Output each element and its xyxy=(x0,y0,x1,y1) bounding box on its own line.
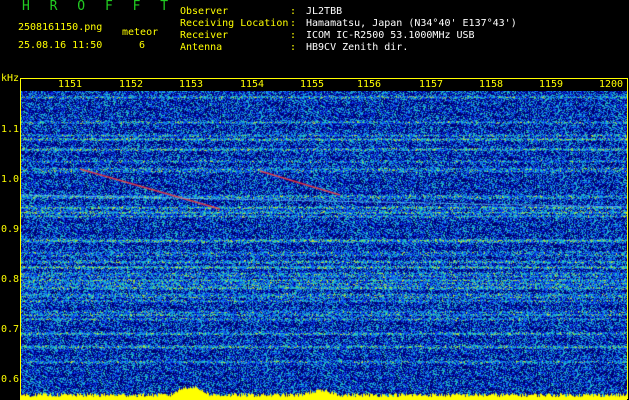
time-tick-1158: 1158 xyxy=(479,79,504,90)
antenna-value: HB9CV Zenith dir. xyxy=(306,42,409,53)
time-tick-1152: 1152 xyxy=(119,79,144,90)
receiver-sep: : xyxy=(290,30,297,41)
freq-tick-0-6: 0.6 xyxy=(1,374,20,385)
observer-value: JL2TBB xyxy=(306,6,343,17)
freq-tick-0-9: 0.9 xyxy=(1,224,20,235)
app-title: H R O F F T xyxy=(22,0,175,14)
time-tick-1155: 1155 xyxy=(300,79,325,90)
antenna-label: Antenna xyxy=(180,42,223,53)
time-tick-1159: 1159 xyxy=(539,79,564,90)
time-tick-1156: 1156 xyxy=(357,79,382,90)
header-panel: H R O F F T 2508161150.png 25.08.16 11:5… xyxy=(0,0,629,78)
location-value: Hamamatsu, Japan (N34°40' E137°43') xyxy=(306,18,517,29)
freq-tick-1-0: 1.0 xyxy=(1,174,20,185)
freq-unit: kHz xyxy=(1,73,20,84)
observer-label: Observer xyxy=(180,6,229,17)
filename: 2508161150.png xyxy=(18,22,103,33)
freq-tick-0-8: 0.8 xyxy=(1,274,20,285)
time-tick-1153: 1153 xyxy=(179,79,204,90)
observer-sep: : xyxy=(290,6,297,17)
location-label: Receiving Location xyxy=(180,18,289,29)
time-tick-1151: 1151 xyxy=(58,79,83,90)
receiver-label: Receiver xyxy=(180,30,229,41)
antenna-sep: : xyxy=(290,42,297,53)
time-tick-1154: 1154 xyxy=(240,79,265,90)
spectrogram-display xyxy=(20,91,627,400)
datetime: 25.08.16 11:50 xyxy=(18,40,103,51)
meteor-label: meteor xyxy=(122,27,159,38)
time-tick-1157: 1157 xyxy=(419,79,444,90)
receiver-value: ICOM IC-R2500 53.1000MHz USB xyxy=(306,30,475,41)
freq-tick-0-7: 0.7 xyxy=(1,324,20,335)
meteor-count: 6 xyxy=(139,40,146,51)
location-sep: : xyxy=(290,18,297,29)
freq-tick-1-1: 1.1 xyxy=(1,124,20,135)
time-tick-1200: 1200 xyxy=(599,79,624,90)
